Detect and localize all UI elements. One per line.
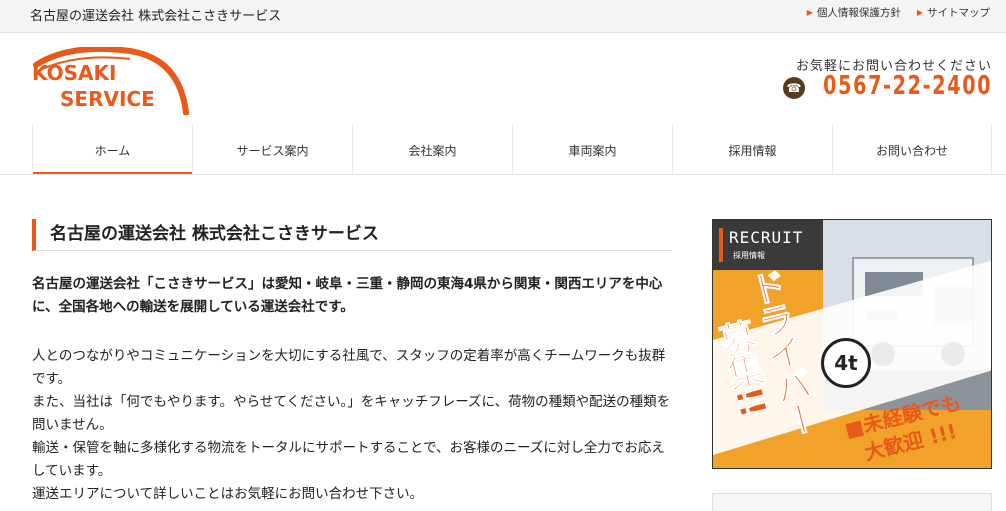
- logo-text-kosaki: KOSAKI: [32, 61, 117, 85]
- intro-lead: 名古屋の運送会社「こさきサービス」は愛知・岐阜・三重・静岡の東海4県から関東・関…: [32, 276, 663, 315]
- recruit-banner[interactable]: RECRUIT 採用情報 ドライバー 募集!! 4t ■未経験でも 大歓迎 !!…: [712, 219, 992, 469]
- privacy-policy-link[interactable]: ▶ 個人情報保護方針: [807, 5, 901, 20]
- logo-text-service: SERVICE: [60, 87, 155, 111]
- nav-item-contact[interactable]: お問い合わせ: [832, 125, 992, 175]
- nav-divider: [0, 174, 1006, 175]
- nav-item-company[interactable]: 会社案内: [352, 125, 512, 175]
- arrow-icon: ▶: [916, 8, 923, 17]
- intro-paragraph: 輸送・保管を軸に多様化する物流をトータルにサポートすることで、お客様のニーズに対…: [32, 440, 665, 479]
- phone-number[interactable]: 0567-22-2400: [823, 71, 992, 101]
- recruit-sublabel: 採用情報: [733, 251, 765, 260]
- sitemap-label: サイトマップ: [927, 7, 990, 19]
- nav-item-home[interactable]: ホーム: [32, 125, 192, 175]
- sidebar-box: [712, 493, 992, 511]
- global-nav: ホーム サービス案内 会社案内 車両案内 採用情報 お問い合わせ: [32, 125, 992, 175]
- site-tagline: 名古屋の運送会社 株式会社こさきサービス: [30, 9, 282, 24]
- recruit-label: RECRUIT: [729, 228, 804, 247]
- top-bar: 名古屋の運送会社 株式会社こさきサービス ▶ 個人情報保護方針 ▶ サイトマップ: [0, 0, 1006, 33]
- intro-body: 人とのつながりやコミュニケーションを大切にする社風で、スタッフの定着率が高くチー…: [32, 345, 672, 506]
- arrow-icon: ▶: [806, 8, 813, 17]
- contact-block: お気軽にお問い合わせください ☎ 0567-22-2400: [777, 55, 992, 105]
- nav-item-services[interactable]: サービス案内: [192, 125, 352, 175]
- intro-paragraph: 運送エリアについて詳しいことはお気軽にお問い合わせ下さい。: [32, 486, 424, 502]
- nav-item-vehicles[interactable]: 車両案内: [512, 125, 672, 175]
- site-header: KOSAKI SERVICE お気軽にお問い合わせください ☎ 0567-22-…: [0, 33, 1006, 125]
- vehicle-size-badge: 4t: [821, 338, 871, 388]
- intro-paragraph: 人とのつながりやコミュニケーションを大切にする社風で、スタッフの定着率が高くチー…: [32, 348, 666, 387]
- intro-paragraph: また、当社は「何でもやります。やらせてください。」をキャッチフレーズに、荷物の種…: [32, 394, 671, 433]
- privacy-policy-label: 個人情報保護方針: [816, 7, 901, 19]
- sitemap-link[interactable]: ▶ サイトマップ: [917, 5, 990, 20]
- nav-item-recruit[interactable]: 採用情報: [672, 125, 832, 175]
- utility-links: ▶ 個人情報保護方針 ▶ サイトマップ: [807, 5, 990, 20]
- telephone-icon: ☎: [783, 77, 805, 99]
- page-title: 名古屋の運送会社 株式会社こさきサービス: [32, 219, 672, 251]
- company-logo[interactable]: KOSAKI SERVICE: [30, 47, 190, 115]
